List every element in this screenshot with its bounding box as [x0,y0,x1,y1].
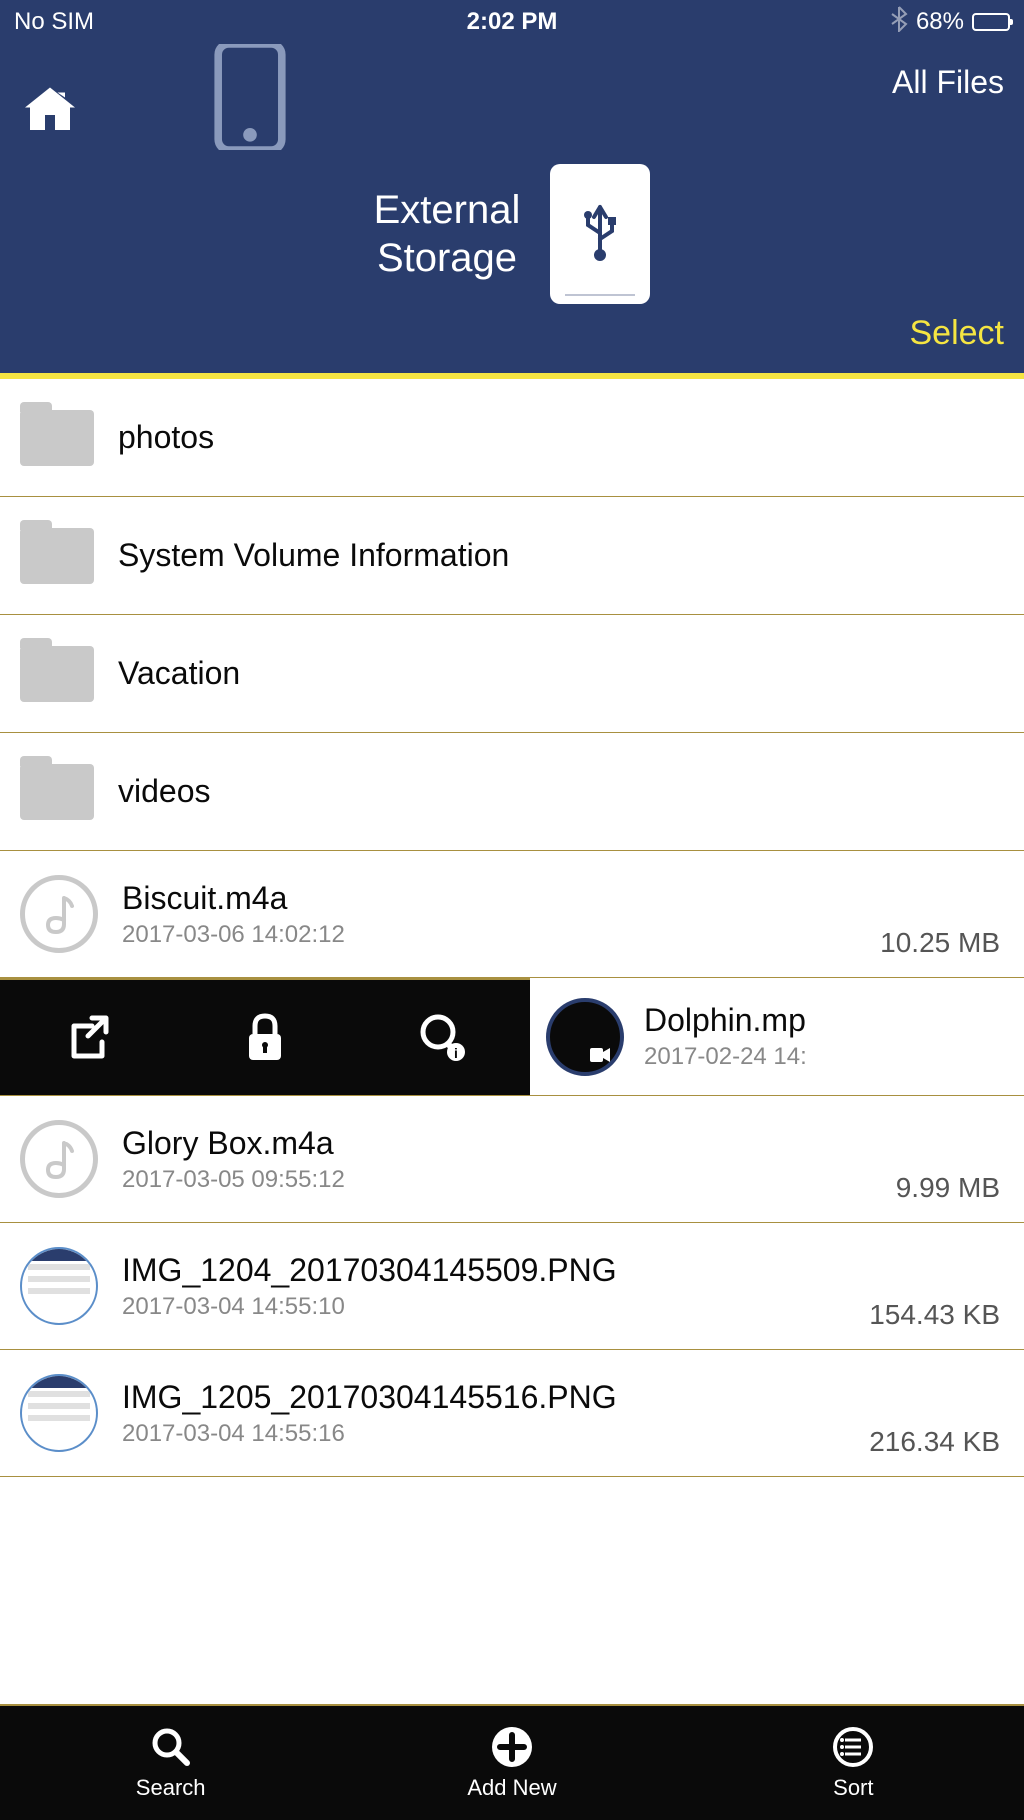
list-item[interactable]: Biscuit.m4a 2017-03-06 14:02:12 10.25 MB [0,851,1024,978]
magnify-info-icon: i [416,1012,468,1064]
all-files-button[interactable]: All Files [892,64,1004,101]
home-icon [20,80,80,140]
usb-storage-icon[interactable] [550,164,650,304]
sort-icon [831,1725,875,1769]
bottom-toolbar: Search Add New Sort [0,1704,1024,1820]
item-meta: 2017-03-06 14:02:12 [122,921,1004,949]
lock-button[interactable] [235,1008,295,1068]
item-name: photos [118,419,1004,456]
add-new-button[interactable]: Add New [341,1706,682,1820]
info-button[interactable]: i [412,1008,472,1068]
carrier-text: No SIM [14,8,346,36]
battery-icon [972,13,1010,31]
item-meta: 2017-02-24 14: [644,1043,1008,1071]
image-thumbnail-icon [20,1247,98,1325]
search-icon [149,1725,193,1769]
item-name: System Volume Information [118,537,1004,574]
list-item[interactable]: videos [0,733,1024,851]
item-name: Dolphin.mp [644,1002,1008,1039]
item-name: Vacation [118,655,1004,692]
folder-icon [20,764,94,820]
status-bar: No SIM 2:02 PM 68% [0,0,1024,44]
share-button[interactable] [58,1008,118,1068]
battery-percent: 68% [916,8,964,36]
item-size: 10.25 MB [880,927,1000,959]
item-name: Glory Box.m4a [122,1125,1004,1162]
item-name: Biscuit.m4a [122,880,1004,917]
select-button[interactable]: Select [20,314,1004,353]
video-icon [546,998,624,1076]
file-list[interactable]: photos System Volume Information Vacatio… [0,379,1024,1704]
folder-icon [20,528,94,584]
item-name: videos [118,773,1004,810]
phone-icon[interactable] [200,44,300,150]
list-item[interactable]: IMG_1205_20170304145516.PNG 2017-03-04 1… [0,1350,1024,1477]
clock-text: 2:02 PM [346,8,678,36]
title-area: External Storage [20,164,1004,304]
item-size: 9.99 MB [896,1172,1000,1204]
home-button[interactable] [20,54,80,145]
lock-icon [243,1012,287,1064]
audio-icon [20,875,98,953]
search-button[interactable]: Search [0,1706,341,1820]
app-header: All Files External Storage Select [0,44,1024,373]
plus-circle-icon [490,1725,534,1769]
list-item[interactable]: Vacation [0,615,1024,733]
list-item[interactable]: photos [0,379,1024,497]
folder-icon [20,646,94,702]
svg-text:i: i [454,1045,458,1061]
item-name: IMG_1205_20170304145516.PNG [122,1379,1004,1416]
page-title: External Storage [374,186,521,282]
item-size: 216.34 KB [869,1426,1000,1458]
list-item[interactable]: Glory Box.m4a 2017-03-05 09:55:12 9.99 M… [0,1096,1024,1223]
swipe-actions: i [0,978,530,1095]
share-icon [62,1012,114,1064]
list-item[interactable]: IMG_1204_20170304145509.PNG 2017-03-04 1… [0,1223,1024,1350]
item-size: 154.43 KB [869,1299,1000,1331]
list-item-swiped[interactable]: i Dolphin.mp 2017-02-24 14: [0,978,1024,1096]
folder-icon [20,410,94,466]
item-meta: 2017-03-05 09:55:12 [122,1166,1004,1194]
status-right: 68% [678,6,1010,38]
audio-icon [20,1120,98,1198]
image-thumbnail-icon [20,1374,98,1452]
sort-button[interactable]: Sort [683,1706,1024,1820]
bluetooth-icon [890,6,908,38]
item-name: IMG_1204_20170304145509.PNG [122,1252,1004,1289]
usb-icon [580,199,620,269]
list-item[interactable]: System Volume Information [0,497,1024,615]
